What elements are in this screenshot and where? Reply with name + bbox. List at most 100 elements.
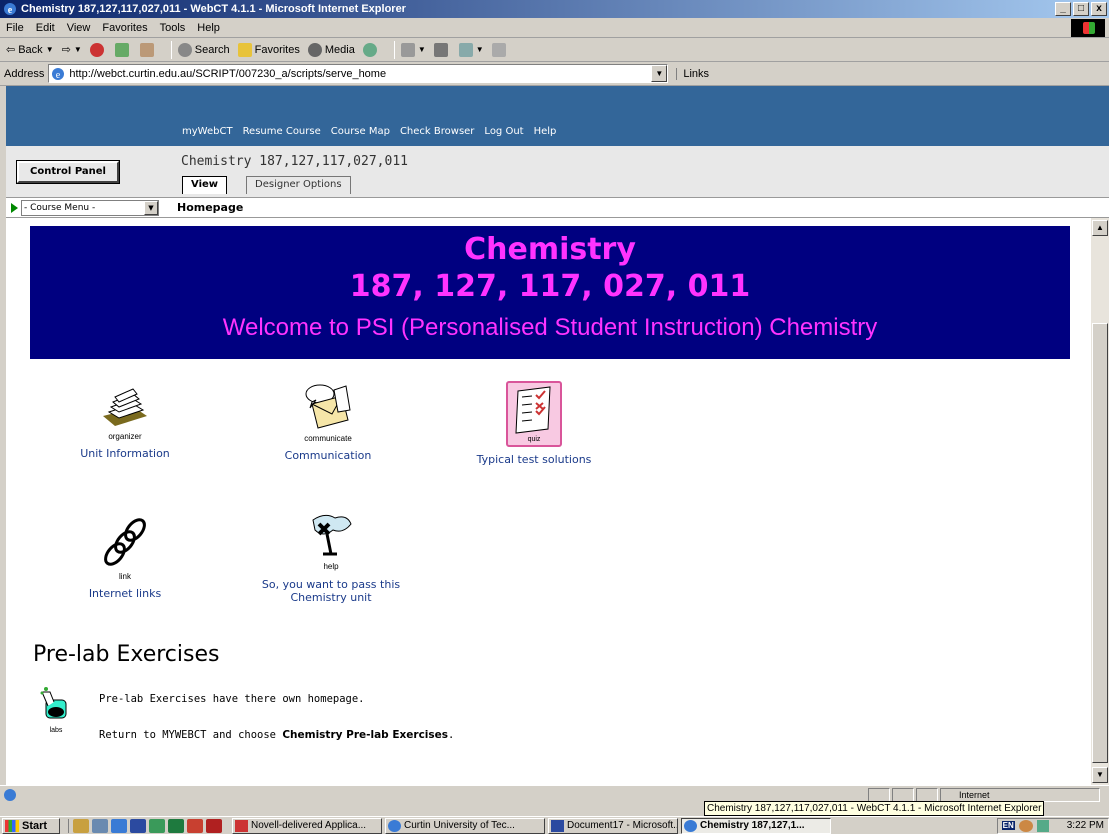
stop-button[interactable]	[89, 42, 107, 57]
maximize-button[interactable]: □	[1073, 2, 1089, 16]
quicklaunch-word-icon[interactable]	[130, 818, 146, 833]
minimize-button[interactable]: _	[1055, 2, 1071, 16]
history-button[interactable]	[362, 42, 380, 57]
quicklaunch-powerpoint-icon[interactable]	[187, 818, 203, 833]
tool-organizer[interactable]: organizer Unit Information	[70, 386, 180, 460]
course-banner: Chemistry 187, 127, 117, 027, 011 Welcom…	[30, 226, 1070, 359]
typical-test-solutions-link[interactable]: Typical test solutions	[459, 453, 609, 466]
favorites-button[interactable]: Favorites	[237, 42, 300, 57]
print-button[interactable]	[433, 42, 451, 57]
menu-file[interactable]: File	[6, 22, 24, 34]
address-input[interactable]: e http://webct.curtin.edu.au/SCRIPT/0072…	[48, 64, 669, 83]
control-panel-button[interactable]: Control Panel	[16, 160, 120, 184]
task-curtin[interactable]: Curtin University of Tec...	[385, 817, 545, 834]
scroll-down-button[interactable]: ▼	[1092, 767, 1108, 783]
prelab-description: Pre-lab Exercises have there own homepag…	[99, 693, 365, 705]
tray-security-icon[interactable]	[1036, 819, 1049, 832]
tool-help[interactable]: help So, you want to pass this Chemistry…	[246, 510, 416, 604]
taskbar: Start Novell-delivered Applica... Curtin…	[0, 816, 1109, 834]
banner-welcome: Welcome to PSI (Personalised Student Ins…	[222, 314, 878, 341]
help-icon[interactable]	[305, 510, 357, 558]
system-tray: EN 3:22 PM	[996, 817, 1109, 834]
quicklaunch-outlook-icon[interactable]	[149, 818, 165, 833]
nav-course-map[interactable]: Course Map	[331, 126, 390, 137]
media-label: Media	[324, 43, 355, 56]
menu-view[interactable]: View	[67, 22, 91, 34]
organizer-icon[interactable]	[99, 386, 151, 428]
play-arrow-icon[interactable]	[11, 202, 18, 213]
favorites-label: Favorites	[254, 43, 300, 56]
link-icon[interactable]	[99, 518, 151, 568]
tool-communicate[interactable]: communicate Communication	[273, 382, 383, 462]
unit-information-link[interactable]: Unit Information	[70, 447, 180, 460]
forward-button[interactable]: ⇨ ▼	[62, 43, 82, 56]
tool-link[interactable]: link Internet links	[70, 518, 180, 600]
communicate-icon[interactable]	[302, 382, 354, 430]
course-header: Control Panel Chemistry 187,127,117,027,…	[6, 146, 1109, 198]
internet-links-link[interactable]: Internet links	[70, 587, 180, 600]
tool-quiz[interactable]: quiz Typical test solutions	[459, 381, 609, 466]
nav-resume-course[interactable]: Resume Course	[243, 126, 321, 137]
task-novell[interactable]: Novell-delivered Applica...	[232, 817, 382, 834]
refresh-button[interactable]	[114, 42, 132, 57]
address-dropdown-button[interactable]: ▼	[651, 65, 668, 82]
quicklaunch-search-icon[interactable]	[92, 818, 108, 833]
course-menu-value: - Course Menu -	[24, 202, 96, 213]
refresh-icon	[114, 42, 129, 57]
chevron-down-icon: ▼	[475, 45, 484, 54]
tray-network-icon[interactable]	[1018, 819, 1033, 832]
window-title: Chemistry 187,127,117,027,011 - WebCT 4.…	[21, 3, 406, 15]
labs-tool[interactable]: labs	[38, 686, 74, 734]
nav-check-browser[interactable]: Check Browser	[400, 126, 474, 137]
scroll-thumb[interactable]	[1092, 323, 1108, 763]
menu-favorites[interactable]: Favorites	[102, 22, 147, 34]
pass-this-unit-link[interactable]: So, you want to pass this Chemistry unit	[246, 578, 416, 604]
quicklaunch-edit-icon[interactable]	[206, 818, 222, 833]
svg-text:e: e	[56, 70, 61, 81]
labs-caption: labs	[49, 727, 63, 734]
pass-this-unit-line2: Chemistry unit	[290, 591, 372, 604]
start-button[interactable]: Start	[2, 817, 60, 834]
nav-help[interactable]: Help	[534, 126, 557, 137]
status-segment	[868, 788, 890, 802]
quicklaunch-excel-icon[interactable]	[168, 818, 184, 833]
quicklaunch-ie-icon[interactable]	[111, 818, 127, 833]
toolbar-divider	[393, 40, 395, 59]
home-button[interactable]	[139, 42, 157, 57]
task-label: Novell-delivered Applica...	[251, 820, 367, 831]
quiz-icon[interactable]: quiz	[506, 381, 562, 447]
quicklaunch-desktop-icon[interactable]	[73, 818, 89, 833]
tab-view[interactable]: View	[182, 176, 228, 194]
address-label: Address	[4, 67, 45, 80]
task-document17[interactable]: Document17 - Microsoft...	[548, 817, 678, 834]
breadcrumb: Homepage	[177, 201, 244, 214]
tool-caption: help	[323, 562, 339, 571]
search-button[interactable]: Search	[177, 42, 230, 57]
back-arrow-icon: ⇦	[6, 44, 16, 56]
tool-caption: communicate	[304, 434, 352, 443]
menu-help[interactable]: Help	[197, 22, 220, 34]
labs-icon[interactable]	[38, 686, 74, 724]
communication-link[interactable]: Communication	[273, 449, 383, 462]
back-button[interactable]: ⇦ Back ▼	[6, 43, 54, 57]
discuss-button[interactable]	[491, 42, 509, 57]
vertical-scrollbar[interactable]: ▲ ▼	[1091, 218, 1109, 785]
menu-edit[interactable]: Edit	[36, 22, 55, 34]
chevron-down-icon[interactable]: ▼	[144, 200, 158, 215]
tab-designer-options[interactable]: Designer Options	[246, 176, 351, 194]
window-title-bar: e Chemistry 187,127,117,027,011 - WebCT …	[0, 0, 1109, 18]
course-menu-select[interactable]: - Course Menu - ▼	[21, 199, 159, 216]
links-button[interactable]: Links	[676, 67, 709, 80]
scroll-up-button[interactable]: ▲	[1092, 220, 1108, 236]
task-chemistry[interactable]: Chemistry 187,127,1...	[681, 817, 831, 834]
menu-tools[interactable]: Tools	[160, 22, 186, 34]
nav-log-out[interactable]: Log Out	[484, 126, 523, 137]
nav-mywebct[interactable]: myWebCT	[182, 126, 233, 137]
media-button[interactable]: Media	[307, 42, 355, 57]
edit-button[interactable]: ▼	[458, 42, 484, 57]
favorites-icon	[237, 42, 252, 57]
mail-button[interactable]: ▼	[400, 42, 426, 57]
close-button[interactable]: x	[1091, 2, 1107, 16]
language-indicator[interactable]: EN	[1001, 821, 1015, 830]
print-icon	[433, 42, 448, 57]
